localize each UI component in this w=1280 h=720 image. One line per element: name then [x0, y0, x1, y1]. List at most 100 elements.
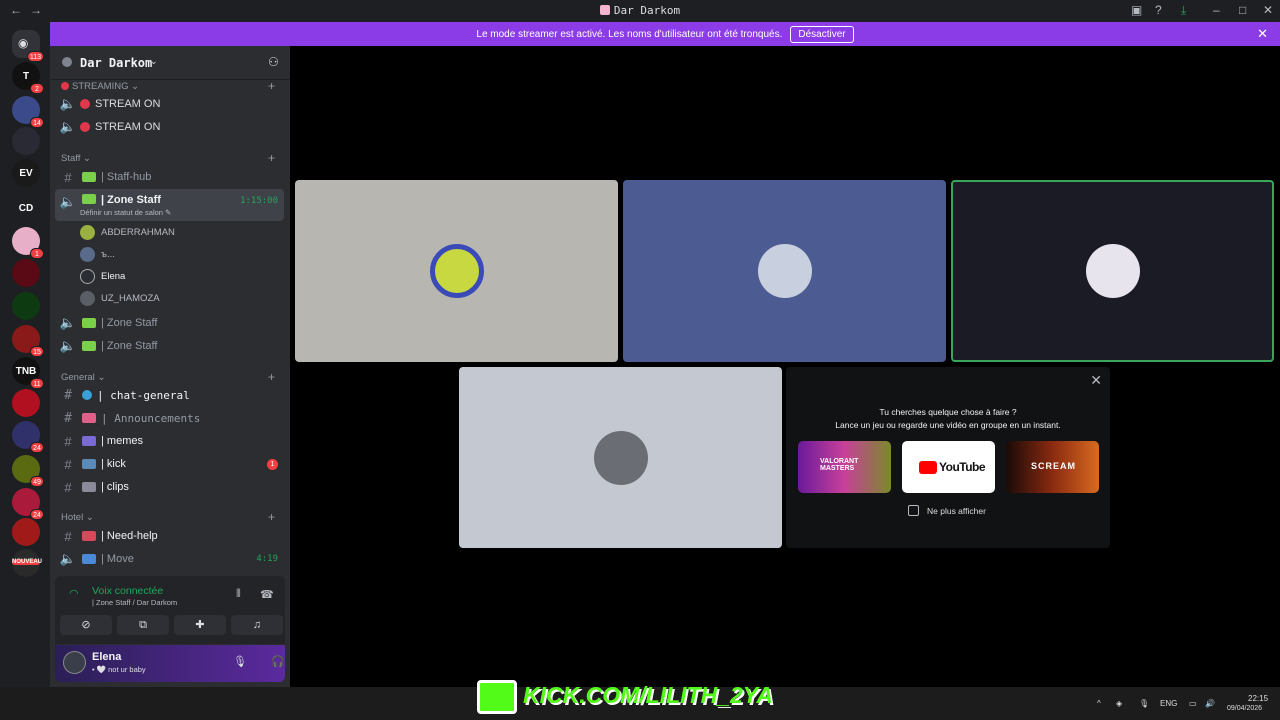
red-dot-icon — [80, 122, 90, 132]
clock-time[interactable]: 22:15 — [1248, 694, 1268, 703]
server-icon-14[interactable] — [12, 518, 40, 546]
help-icon[interactable]: ? — [1155, 3, 1162, 17]
activity-button[interactable]: ✚ — [174, 615, 226, 635]
add-channel-icon[interactable]: + — [268, 151, 275, 165]
category-general[interactable]: General ⌄ + — [61, 370, 275, 384]
video-tile-4[interactable] — [459, 367, 782, 548]
channel-memes[interactable]: # | memes — [55, 430, 284, 452]
channel-status-hint[interactable]: Définir un statut de salon ✎ — [80, 208, 171, 217]
globe-icon — [82, 390, 92, 400]
network-icon[interactable]: ▭ — [1189, 699, 1197, 708]
microphone-icon[interactable]: 🎙 — [1139, 699, 1149, 708]
volume-icon[interactable]: 🔊 — [1205, 699, 1215, 708]
dont-show-checkbox[interactable] — [908, 505, 919, 516]
video-tile-2[interactable] — [623, 180, 946, 362]
dont-show-label[interactable]: Ne plus afficher — [927, 506, 986, 516]
microphone-icon[interactable]: 🎙 — [233, 655, 247, 668]
steam-icon[interactable]: ◈ — [1116, 699, 1122, 708]
channel-move[interactable]: 🔈 | Move 4:19 — [55, 548, 284, 570]
clock-date[interactable]: 09/04/2026 — [1227, 705, 1262, 712]
language-indicator[interactable]: ENG — [1160, 699, 1177, 708]
screen-share-button[interactable]: ⧉ — [117, 615, 169, 635]
camera-off-button[interactable]: ⊘ — [60, 615, 112, 635]
headphones-icon[interactable]: 🎧 — [271, 655, 285, 668]
mention-badge: 49 — [30, 476, 44, 487]
server-header[interactable]: Dar Darkom ⌄ ⚇ — [50, 46, 290, 80]
server-icon-9[interactable]: TNB 11 — [12, 357, 44, 389]
category-streaming[interactable]: STREAMING ⌄ + — [61, 79, 275, 93]
server-name: Dar Darkom — [80, 56, 153, 70]
server-icon-13[interactable]: 24 — [12, 488, 44, 520]
channel-zone-staff-active[interactable]: 🔈 | Zone Staff 1:15:00 Définir un statut … — [55, 189, 284, 221]
server-icon-3[interactable]: EV — [12, 159, 40, 187]
voice-connected-label[interactable]: Voix connectée — [92, 585, 163, 597]
voice-member[interactable]: UZ_HAMOZA — [80, 288, 160, 308]
server-icon-1[interactable]: 14 — [12, 96, 44, 128]
discord-icon: ◉ — [18, 36, 29, 50]
server-icon-2[interactable] — [12, 127, 40, 155]
activity-card-youtube[interactable]: YouTube — [902, 441, 995, 493]
server-icon-6[interactable] — [12, 259, 40, 287]
voice-location[interactable]: | Zone Staff / Dar Darkom — [92, 598, 177, 607]
channel-staff-hub[interactable]: # | Staff-hub — [55, 166, 284, 188]
category-staff[interactable]: Staff ⌄ + — [61, 151, 275, 165]
category-hotel[interactable]: Hotel ⌄ + — [61, 510, 275, 524]
server-icon-11[interactable]: 24 — [12, 421, 44, 453]
channel-chat-general[interactable]: # | chat-general — [55, 384, 284, 406]
avatar — [757, 244, 812, 298]
channel-clips[interactable]: # | clips — [55, 476, 284, 498]
channel-stream-on-2[interactable]: 🔈 STREAM ON — [55, 116, 284, 138]
channel-zone-staff-2[interactable]: 🔈 | Zone Staff — [55, 312, 284, 334]
channel-announcements[interactable]: # | Announcements — [55, 407, 284, 429]
disable-streamer-button[interactable]: Désactiver — [790, 25, 854, 43]
invite-icon[interactable]: ⚇ — [268, 55, 279, 69]
avatar[interactable] — [63, 651, 86, 674]
hash-icon: # — [64, 410, 72, 426]
home-button[interactable]: ◉ 113 — [12, 30, 44, 62]
streamer-mode-banner: Le mode streamer est activé. Les noms d'… — [50, 22, 1280, 46]
voice-icon: 🔈 — [59, 194, 77, 209]
server-icon-5[interactable]: 1 — [12, 227, 44, 259]
disconnect-icon[interactable]: ☎ — [260, 588, 274, 601]
title-bar: ←→ Dar Darkom ▣ ? ⤓ – □ ✕ — [0, 0, 1280, 22]
close-icon[interactable]: ✕ — [1090, 372, 1102, 389]
activity-card-valorant[interactable]: VALORANT MASTERS — [798, 441, 891, 493]
server-icon-8[interactable]: 15 — [12, 325, 44, 357]
camera-icon — [82, 482, 96, 492]
user-panel: Elena • 🤍 not ur baby 🎙 🎧 ⚙ — [55, 645, 319, 682]
server-icon-10[interactable] — [12, 389, 40, 417]
channel-need-help[interactable]: # | Need-help — [55, 525, 284, 547]
soundboard-button[interactable]: ♫ — [231, 615, 283, 635]
signal-icon[interactable]: ◠ — [69, 587, 79, 600]
channel-zone-staff-3[interactable]: 🔈 | Zone Staff — [55, 335, 284, 357]
add-channel-icon[interactable]: + — [268, 79, 275, 93]
minimize-icon[interactable]: – — [1213, 3, 1220, 17]
server-list: ◉ 113 T 2 14 EV CD 1 15 TNB 11 24 49 24 NOUVEAU — [0, 22, 50, 687]
channel-stream-on-1[interactable]: 🔈 STREAM ON — [55, 93, 284, 115]
hash-icon: # — [64, 169, 72, 185]
video-tile-3-speaking[interactable] — [951, 180, 1274, 362]
voice-member[interactable]: ъ... — [80, 244, 115, 264]
maximize-icon[interactable]: □ — [1239, 3, 1246, 17]
server-icon-15[interactable]: NOUVEAU — [12, 549, 42, 577]
hash-icon: # — [64, 456, 72, 472]
inbox-icon[interactable]: ▣ — [1131, 3, 1142, 17]
voice-member[interactable]: Elena — [80, 266, 125, 286]
download-icon[interactable]: ⤓ — [1181, 3, 1186, 18]
video-tile-1[interactable] — [295, 180, 618, 362]
add-channel-icon[interactable]: + — [268, 370, 275, 384]
voice-member[interactable]: ABDERRAHMAN — [80, 222, 175, 242]
noise-suppression-icon[interactable]: ⦀ — [236, 588, 241, 601]
add-channel-icon[interactable]: + — [268, 510, 275, 524]
server-icon-12[interactable]: 49 — [12, 455, 44, 487]
server-icon-4[interactable]: CD — [12, 194, 40, 222]
close-icon[interactable]: ✕ — [1263, 3, 1273, 17]
close-banner-icon[interactable]: ✕ — [1257, 26, 1268, 42]
custom-status[interactable]: • 🤍 not ur baby — [92, 665, 146, 674]
server-icon-0[interactable]: T2 — [12, 62, 44, 94]
chevron-up-icon[interactable]: ^ — [1097, 699, 1101, 708]
username[interactable]: Elena — [92, 651, 121, 663]
channel-kick[interactable]: # | kick 1 — [55, 453, 284, 475]
activity-card-scream[interactable]: SCREAM — [1006, 441, 1099, 493]
server-icon-7[interactable] — [12, 292, 40, 320]
